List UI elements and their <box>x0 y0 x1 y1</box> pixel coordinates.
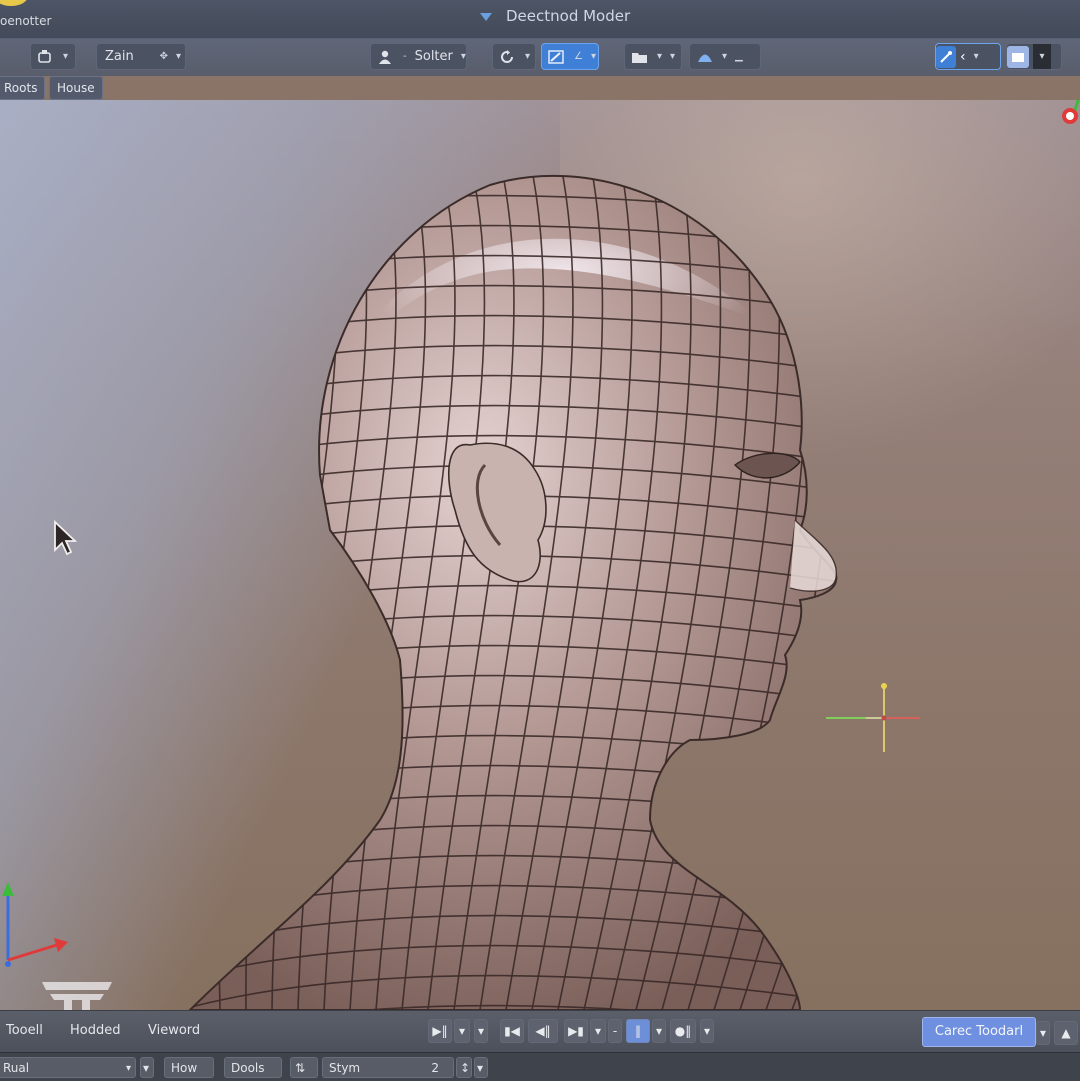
chevron-down-icon: ▾ <box>590 51 596 62</box>
app-name: oenotter <box>0 14 52 28</box>
mode-select[interactable]: Rual ▾ <box>0 1057 136 1078</box>
chevron-left-icon: ‹ <box>960 48 966 65</box>
chevron-down-icon: ▾ <box>1033 44 1051 69</box>
app-logo-icon <box>0 0 28 6</box>
axis-orientation-icon <box>2 882 68 967</box>
mode-title-label: Deectnod Moder <box>506 7 631 25</box>
arrows-icon[interactable]: ⇅ <box>290 1057 318 1078</box>
how-button[interactable]: How <box>164 1057 214 1078</box>
viewport-shading-dropdown[interactable]: ▾ <box>1006 43 1062 70</box>
snap-icon <box>548 49 564 64</box>
rotate-icon <box>499 49 515 64</box>
toolbar: ▾ Zain ✥ ▾ - Solter ▾ ▾ ∠ ▾ ▾ ▾ ▾ ▁ ‹ ▾ … <box>0 38 1080 76</box>
move-icon: ✥ <box>159 51 168 62</box>
step-forward-icon[interactable]: ▶▮ <box>564 1019 588 1043</box>
stepper-icon[interactable]: ↕ <box>456 1057 472 1078</box>
chevron-down-icon: ▾ <box>125 1063 131 1074</box>
chevron-down-icon[interactable]: ▾ <box>590 1019 606 1043</box>
record-icon[interactable]: ●‖ <box>670 1019 696 1043</box>
chevron-down-icon[interactable]: ▾ <box>140 1057 154 1078</box>
watermark-logo-icon <box>42 982 112 1010</box>
chevron-down-icon: ▾ <box>670 51 676 62</box>
jump-start-icon[interactable]: ▮◀ <box>500 1019 524 1043</box>
mesh-edge <box>218 175 279 1010</box>
select-dropdown[interactable]: - Solter ▾ <box>370 43 467 70</box>
mesh-edge <box>844 160 986 1010</box>
stym-field[interactable]: Stym 2 <box>322 1057 454 1078</box>
chevron-down-icon[interactable]: ▾ <box>474 1057 488 1078</box>
chevron-down-icon: ▾ <box>722 51 728 62</box>
3d-cursor-gizmo-icon[interactable] <box>826 682 926 754</box>
chevron-down-icon[interactable]: ▾ <box>652 1019 666 1043</box>
overlay-icon <box>696 50 712 64</box>
tab-hodded[interactable]: Hodded <box>70 1023 120 1038</box>
stym-value: 2 <box>431 1061 439 1075</box>
shading-dropdown[interactable]: ▾ ▾ <box>624 43 682 70</box>
mouse-cursor-icon <box>54 520 78 556</box>
view-zoom-dropdown[interactable]: Zain ✥ ▾ <box>96 43 186 70</box>
mode-select-value: Rual <box>3 1061 30 1075</box>
head-mesh-model[interactable] <box>0 100 1080 1010</box>
view-zoom-label: Zain <box>105 49 134 64</box>
chevron-up-icon[interactable]: ▲ <box>1054 1021 1078 1045</box>
chevron-down-icon: ▾ <box>63 51 69 62</box>
status-bar: Rual ▾ ▾ How Dools ⇅ Stym 2 ↕ ▾ <box>0 1052 1080 1081</box>
timeline-header: Tooell Hodded Vieword ▶‖ ▾ ▾ ▮◀ ◀‖ ▶▮ ▾ … <box>0 1010 1080 1053</box>
stym-label: Stym <box>329 1061 361 1075</box>
tab-tool[interactable]: Tooell <box>6 1023 43 1038</box>
chevron-down-icon[interactable]: ▾ <box>1036 1021 1050 1045</box>
underline-icon: ▁ <box>735 51 743 62</box>
title-bar: oenotter Deectnod Moder <box>0 0 1080 39</box>
sub-toolbar: Roots House <box>0 76 1080 100</box>
user-icon <box>377 50 393 64</box>
chevron-down-icon[interactable]: ▾ <box>700 1019 714 1043</box>
chevron-down-icon: ▾ <box>657 51 663 62</box>
chevron-down-icon[interactable]: ▾ <box>474 1019 488 1043</box>
roots-button[interactable]: Roots <box>0 76 46 100</box>
chevron-down-icon: ▾ <box>460 51 466 62</box>
gizmo-toggle[interactable]: ‹ ▾ <box>935 43 1001 70</box>
snap-dropdown[interactable]: ∠ ▾ <box>541 43 599 70</box>
step-back-icon[interactable]: ◀‖ <box>528 1019 558 1043</box>
triangle-down-icon <box>480 12 492 21</box>
gizmo-icon <box>936 45 956 68</box>
chevron-down-icon: ▾ <box>525 51 531 62</box>
navigation-gizmo-icon[interactable] <box>1058 100 1080 130</box>
solid-shading-icon <box>1007 45 1029 68</box>
overlay-dropdown[interactable]: ▾ ▁ <box>689 43 761 70</box>
play-icon[interactable]: ▶‖ <box>428 1019 452 1043</box>
pause-icon[interactable]: ‖ <box>626 1019 650 1043</box>
transform-pivot-dropdown[interactable]: ▾ <box>492 43 536 70</box>
dools-button[interactable]: Dools <box>224 1057 282 1078</box>
primary-action-button[interactable]: Carec Toodarl <box>922 1017 1036 1047</box>
select-label: Solter <box>414 49 453 64</box>
tab-view[interactable]: Vieword <box>148 1023 200 1038</box>
mesh-edge <box>817 175 837 1010</box>
object-mode-dropdown[interactable]: ▾ <box>30 43 76 70</box>
house-button[interactable]: House <box>49 76 103 100</box>
mesh-edge <box>245 175 309 1010</box>
dash-icon[interactable]: - <box>608 1019 622 1043</box>
chevron-down-icon[interactable]: ▾ <box>454 1019 470 1043</box>
mode-title[interactable]: Deectnod Moder <box>480 7 630 25</box>
dash-icon: - <box>403 51 407 62</box>
chevron-down-icon: ▾ <box>175 51 181 62</box>
folder-icon <box>631 50 647 64</box>
3d-viewport[interactable] <box>0 100 1080 1010</box>
object-mode-icon <box>37 49 53 64</box>
magnet-icon: ∠ <box>574 51 583 62</box>
chevron-down-icon: ▾ <box>973 51 979 62</box>
